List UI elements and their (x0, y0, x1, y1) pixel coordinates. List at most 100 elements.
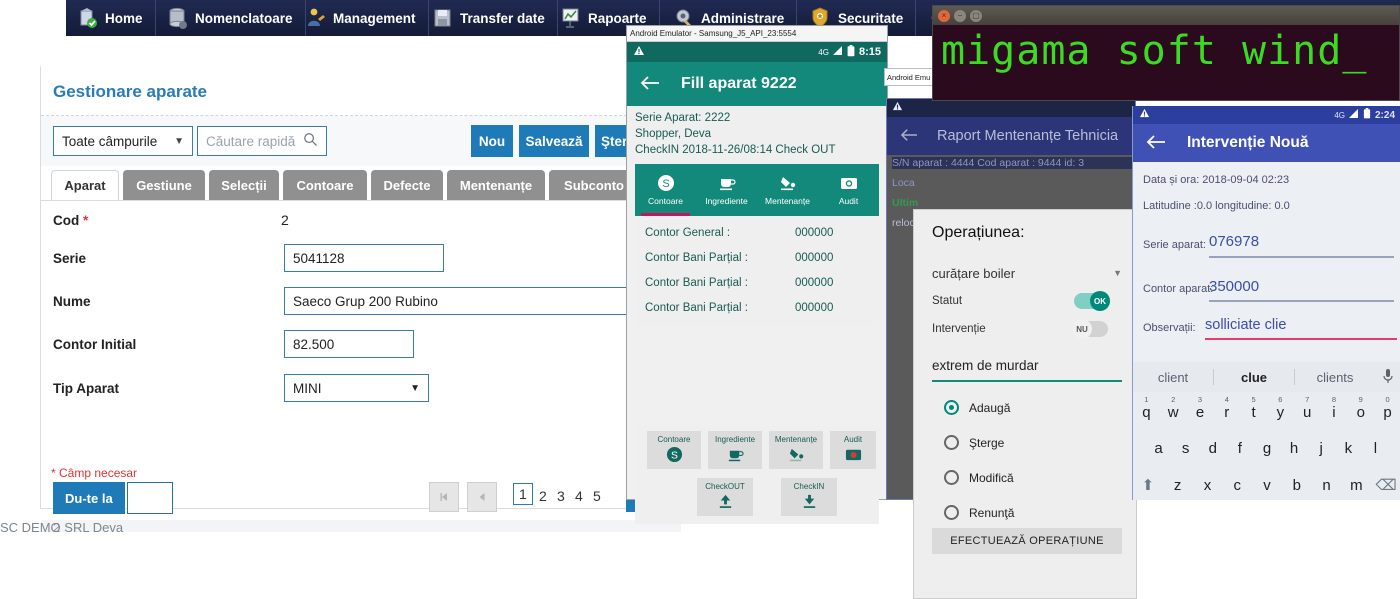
field-select-tip-aparat[interactable]: MINI ▼ (284, 374, 429, 402)
search-icon (303, 132, 318, 150)
key-a[interactable]: a (1145, 440, 1172, 457)
minimize-icon[interactable]: − (954, 9, 966, 22)
warning-icon (1139, 108, 1150, 122)
radio-option-sterge[interactable]: Şterge (944, 435, 1004, 450)
key-r[interactable]: 4r (1213, 395, 1240, 421)
keyboard-row-2: a s d f g h j k l (1133, 440, 1400, 457)
field-input-contor-initial[interactable]: 82.500 (284, 330, 414, 358)
close-icon[interactable]: × (938, 9, 950, 22)
key-o[interactable]: 9o (1347, 395, 1374, 421)
key-s[interactable]: s (1172, 440, 1199, 457)
key-g[interactable]: g (1253, 440, 1280, 457)
tab-selectii[interactable]: Selecții (209, 170, 279, 200)
key-w[interactable]: 2w (1160, 395, 1187, 421)
shift-key[interactable]: ⬆ (1133, 476, 1163, 494)
key-b[interactable]: b (1282, 477, 1312, 494)
search-input[interactable]: Căutare rapidă (197, 126, 327, 156)
tab-mentenante[interactable]: Mentenanțe (757, 164, 818, 216)
statut-toggle[interactable]: OK (1074, 291, 1110, 311)
field-input-nume[interactable]: Saeco Grup 200 Rubino (284, 287, 637, 315)
page-number-1[interactable]: 1 (513, 483, 533, 505)
observation-text-input[interactable]: extrem de murdar (932, 358, 1122, 373)
goto-input[interactable] (127, 482, 173, 514)
field-label-contor-initial: Contor Initial (53, 337, 137, 352)
tab-defecte[interactable]: Defecte (371, 170, 443, 200)
key-q[interactable]: 1q (1133, 395, 1160, 421)
statut-toggle-value: OK (1090, 291, 1110, 311)
radio-option-renunta[interactable]: Renunţă (944, 505, 1014, 520)
key-c[interactable]: c (1222, 477, 1252, 494)
page-number-4[interactable]: 4 (575, 488, 583, 504)
back-arrow-icon[interactable] (639, 74, 661, 95)
operation-select[interactable]: curățare boiler ▼ (932, 260, 1122, 286)
grid-button-mentenante[interactable]: Mentenanțe (769, 431, 823, 469)
page-number-5[interactable]: 5 (593, 488, 601, 504)
menu-item-transfer-date[interactable]: Transfer date (421, 0, 558, 36)
key-z[interactable]: z (1163, 477, 1193, 494)
dollar-coin-icon: S (666, 446, 683, 465)
key-j[interactable]: j (1308, 440, 1335, 457)
tab-mentenante[interactable]: Mentenanțe (447, 170, 545, 200)
grid-button-contoare[interactable]: Contoare S (647, 431, 701, 469)
field-value-serie-aparat[interactable]: 076978 (1209, 233, 1259, 250)
back-arrow-icon[interactable] (899, 127, 919, 146)
desktop-background: Home Nomenclatoare Management Transfer d… (0, 0, 1400, 599)
tab-contoare[interactable]: Contoare (283, 170, 367, 200)
back-arrow-icon[interactable] (1145, 133, 1167, 154)
menu-item-nomenclatoare[interactable]: Nomenclatoare (156, 0, 306, 36)
key-v[interactable]: v (1252, 477, 1282, 494)
maximize-icon[interactable]: ▢ (970, 9, 982, 22)
on-screen-keyboard[interactable]: 1q 2w 3e 4r 5t 6y 7u 8i 9o 0p a s d f g … (1133, 392, 1400, 500)
emulator-window-title: Android Emulator - Samsung_J5_API_23:555… (627, 26, 887, 42)
tab-audit[interactable]: Audit (818, 164, 879, 216)
page-number-2[interactable]: 2 (539, 488, 547, 504)
tab-label: Defecte (383, 177, 431, 193)
key-p[interactable]: 0p (1374, 395, 1400, 421)
menu-item-management[interactable]: Management (294, 0, 429, 36)
key-t[interactable]: 5t (1240, 395, 1267, 421)
field-input-serie[interactable]: 5041128 (284, 244, 444, 272)
save-button[interactable]: Salvează (519, 125, 589, 157)
key-u[interactable]: 7u (1294, 395, 1321, 421)
key-x[interactable]: x (1193, 477, 1223, 494)
key-k[interactable]: k (1335, 440, 1362, 457)
key-d[interactable]: d (1199, 440, 1226, 457)
radio-option-modifica[interactable]: Modifică (944, 470, 1014, 485)
new-button[interactable]: Nou (471, 125, 513, 157)
key-h[interactable]: h (1281, 440, 1308, 457)
grid-button-ingrediente[interactable]: Ingrediente (708, 431, 762, 469)
tab-ingrediente[interactable]: Ingrediente (696, 164, 757, 216)
field-selector-dropdown[interactable]: Toate câmpurile ▼ (53, 126, 193, 156)
menu-item-home[interactable]: Home (66, 0, 156, 36)
grid-button-audit[interactable]: Audit (830, 431, 876, 469)
suggestion-clients[interactable]: clients (1295, 370, 1375, 385)
suggestion-clue[interactable]: clue (1214, 370, 1294, 385)
tab-gestiune[interactable]: Gestiune (123, 170, 205, 200)
key-n[interactable]: n (1312, 477, 1342, 494)
key-i[interactable]: 8i (1321, 395, 1348, 421)
page-number-3[interactable]: 3 (557, 488, 565, 504)
tab-aparat[interactable]: Aparat (51, 170, 119, 200)
radio-option-adauga[interactable]: Adaugă (944, 400, 1010, 415)
goto-button[interactable]: Du-te la (53, 482, 125, 514)
key-l[interactable]: l (1362, 440, 1389, 457)
grid-button-checkout[interactable]: CheckOUT (697, 478, 753, 516)
key-y[interactable]: 6y (1267, 395, 1294, 421)
key-f[interactable]: f (1226, 440, 1253, 457)
key-e[interactable]: 3e (1187, 395, 1214, 421)
tab-contoare[interactable]: S Contoare (635, 164, 696, 216)
svg-text:S: S (662, 178, 669, 190)
warning-icon (633, 45, 645, 60)
field-value-contor-aparat[interactable]: 350000 (1209, 278, 1259, 295)
grid-button-checkin[interactable]: CheckIN (781, 478, 837, 516)
microphone-icon[interactable] (1375, 368, 1400, 387)
field-value-observatii[interactable]: solliciate clie (1205, 317, 1286, 333)
backspace-key[interactable]: ⌫ (1371, 476, 1400, 494)
interventie-toggle[interactable]: NU (1072, 319, 1108, 339)
suggestion-client[interactable]: client (1133, 370, 1213, 385)
prev-page-button[interactable] (467, 482, 497, 512)
execute-operation-button[interactable]: EFECTUEAZĂ OPERAȚIUNE (932, 528, 1122, 554)
network-indicator: 4G (1334, 110, 1345, 120)
first-page-button[interactable] (429, 482, 459, 512)
key-m[interactable]: m (1341, 477, 1371, 494)
